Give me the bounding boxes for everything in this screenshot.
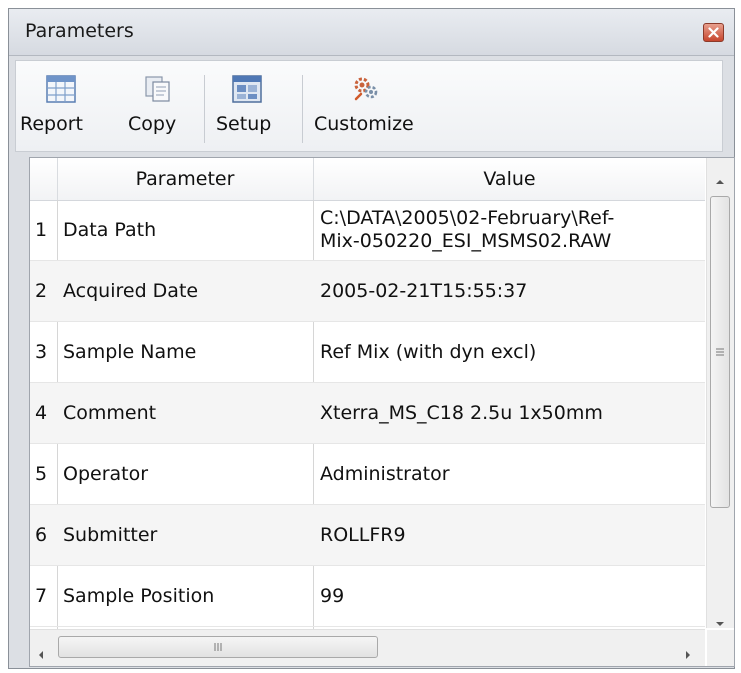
scroll-down-arrow-icon[interactable]: [715, 610, 725, 632]
column-header-value[interactable]: Value: [314, 158, 705, 200]
copy-label: Copy: [128, 113, 177, 135]
customize-icon: [352, 75, 380, 108]
scroll-right-arrow-icon[interactable]: [685, 643, 691, 665]
parameter-cell: Data Path: [63, 219, 157, 241]
table-header: Parameter Value: [30, 158, 705, 201]
report-grid-icon: [46, 75, 76, 108]
value-cell: Xterra_MS_C18 2.5u 1x50mm: [320, 401, 603, 424]
customize-label: Customize: [314, 113, 414, 135]
row-number: 5: [35, 463, 48, 485]
value-cell: C:\DATA\2005\02-February\Ref- Mix-050220…: [320, 207, 615, 252]
table-row[interactable]: 6 Submitter ROLLFR9: [30, 505, 705, 566]
close-button[interactable]: [703, 23, 724, 42]
parameter-cell: Comment: [63, 402, 157, 424]
table-row[interactable]: 7 Sample Position 99: [30, 566, 705, 627]
report-label: Report: [20, 113, 83, 135]
scrollbar-corner: [707, 630, 734, 666]
toolbar-separator: [302, 75, 303, 143]
parameter-cell: Operator: [63, 463, 149, 485]
scroll-up-arrow-icon[interactable]: [715, 168, 725, 190]
value-cell: Administrator: [320, 462, 450, 485]
close-icon: [708, 27, 719, 38]
row-number: 4: [35, 402, 48, 424]
row-number: 7: [35, 585, 48, 607]
value-cell: ROLLFR9: [320, 523, 406, 546]
parameter-cell: Acquired Date: [63, 280, 199, 302]
row-number: 2: [35, 280, 48, 302]
setup-icon: [232, 75, 262, 108]
value-cell: 2005-02-21T15:55:37: [320, 279, 528, 302]
copy-icon: [144, 75, 172, 108]
parameter-cell: Sample Position: [63, 585, 215, 607]
grip-icon: [716, 348, 724, 356]
toolbar-separator: [204, 75, 205, 143]
value-cell: Ref Mix (with dyn excl): [320, 340, 537, 363]
table-row[interactable]: 5 Operator Administrator: [30, 444, 705, 505]
row-number: 3: [35, 341, 48, 363]
horizontal-scrollbar[interactable]: [30, 629, 705, 666]
value-cell: 99: [320, 584, 345, 607]
grip-icon: [214, 643, 222, 651]
report-button[interactable]: Report: [20, 61, 106, 151]
customize-button[interactable]: Customize: [312, 61, 422, 151]
column-header-parameter[interactable]: Parameter: [57, 158, 313, 200]
vertical-scrollbar[interactable]: [706, 158, 734, 628]
table-row[interactable]: 3 Sample Name Ref Mix (with dyn excl): [30, 322, 705, 383]
parameter-cell: Submitter: [63, 524, 158, 546]
copy-button[interactable]: Copy: [128, 61, 188, 151]
parameters-window: Parameters Report Copy Setup Customize P…: [8, 8, 735, 669]
setup-button[interactable]: Setup: [212, 61, 284, 151]
title-bar: Parameters: [9, 9, 734, 56]
table-row[interactable]: 4 Comment Xterra_MS_C18 2.5u 1x50mm: [30, 383, 705, 444]
window-title: Parameters: [25, 20, 134, 42]
toolbar: Report Copy Setup Customize: [15, 60, 723, 152]
parameters-table: Parameter Value 1 Data Path C:\DATA\2005…: [29, 157, 735, 667]
parameter-cell: Sample Name: [63, 341, 197, 363]
horizontal-scroll-thumb[interactable]: [58, 636, 378, 658]
row-number: 1: [35, 219, 48, 241]
scroll-left-arrow-icon[interactable]: [38, 643, 44, 665]
table-row[interactable]: 2 Acquired Date 2005-02-21T15:55:37: [30, 261, 705, 322]
setup-label: Setup: [216, 113, 272, 135]
row-number: 6: [35, 524, 48, 546]
table-row[interactable]: 1 Data Path C:\DATA\2005\02-February\Ref…: [30, 200, 705, 261]
vertical-scroll-thumb[interactable]: [710, 196, 730, 508]
